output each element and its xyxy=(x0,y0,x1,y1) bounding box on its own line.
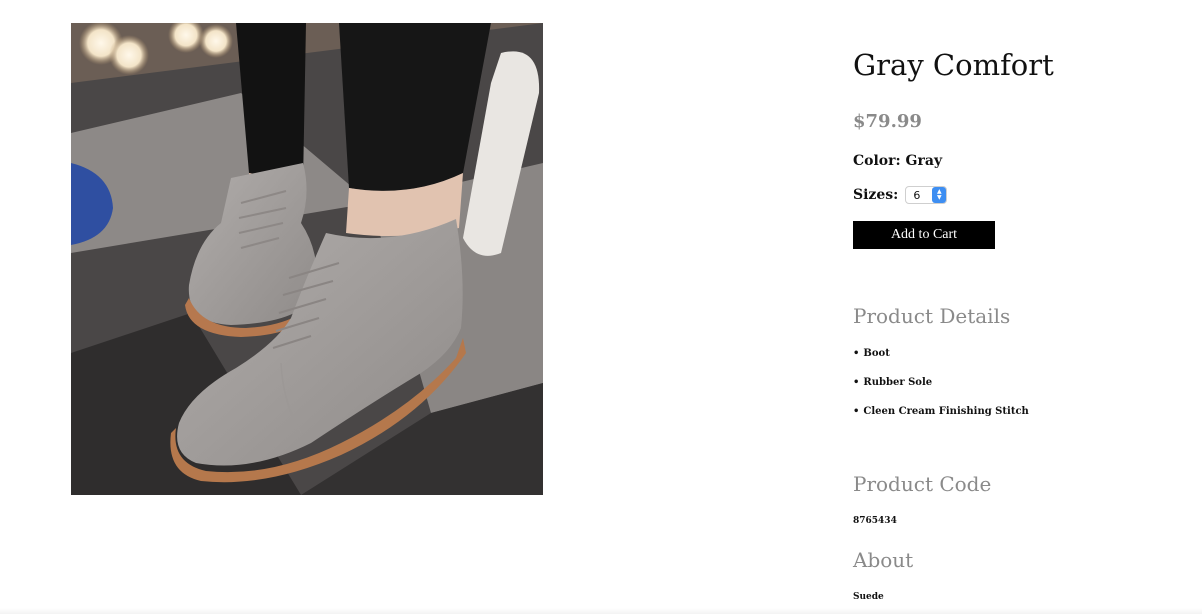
sizes-row: Sizes: 6 ▲ ▼ xyxy=(853,186,948,204)
product-title: Gray Comfort xyxy=(853,48,1054,82)
bottom-edge-shadow xyxy=(0,608,1202,614)
product-image xyxy=(71,23,543,495)
list-item: Cleen Cream Finishing Stitch xyxy=(853,404,1028,433)
list-item: Boot xyxy=(853,346,1029,375)
sizes-label: Sizes: xyxy=(853,187,899,203)
size-select[interactable]: 6 ▲ ▼ xyxy=(905,186,948,204)
product-details-list: Boot Rubber Sole Cleen Cream Finishing S… xyxy=(853,346,1029,433)
chevron-up-down-icon: ▲ ▼ xyxy=(932,187,947,203)
about-heading: About xyxy=(853,548,914,572)
product-page: Gray Comfort $79.99 Color: Gray Sizes: 6… xyxy=(0,0,1202,614)
product-color: Color: Gray xyxy=(853,153,943,169)
product-code-value: 8765434 xyxy=(853,516,897,526)
product-code-heading: Product Code xyxy=(853,472,992,496)
product-details-heading: Product Details xyxy=(853,304,1011,328)
size-select-value: 6 xyxy=(913,188,921,202)
about-value: Suede xyxy=(853,592,884,602)
product-price: $79.99 xyxy=(853,111,922,132)
add-to-cart-button[interactable]: Add to Cart xyxy=(853,221,995,249)
list-item: Rubber Sole xyxy=(853,375,1029,404)
